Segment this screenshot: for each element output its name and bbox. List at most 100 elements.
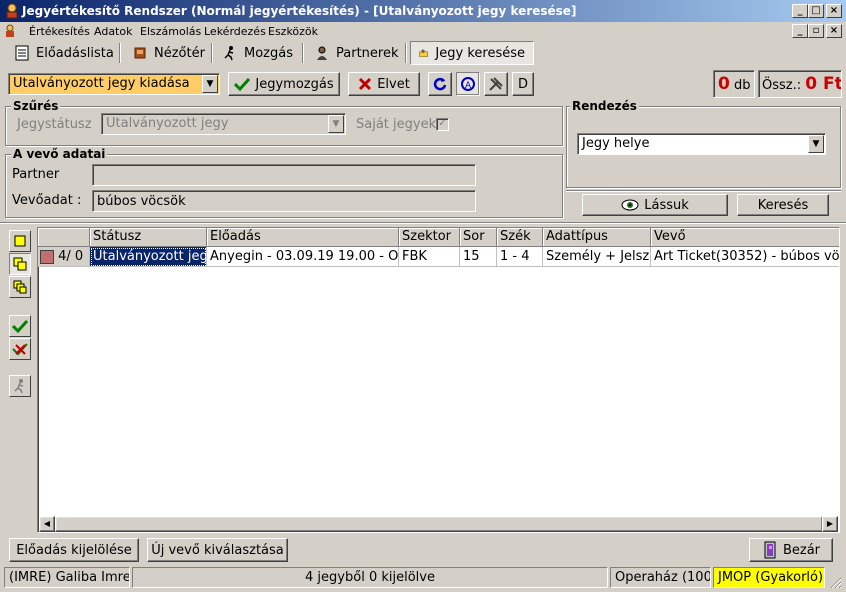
chevron-down-icon[interactable]: ▼ [328,115,344,133]
maximize-button[interactable]: □ [808,4,824,18]
mode-select[interactable]: Utalványozott jegy kiadása ▼ [8,73,220,95]
column-header-sector[interactable]: Szektor [399,228,460,247]
tab-mozgas[interactable]: Mozgás [214,41,301,65]
status-user: (IMRE) Galiba Imre [4,567,130,588]
scroll-thumb[interactable] [55,516,823,532]
tab-label: Mozgás [244,45,293,61]
menu-adatok[interactable]: Adatok [94,25,132,38]
own-tickets-checkbox[interactable]: ✓ [436,118,449,131]
tools-button[interactable] [484,72,508,96]
column-header-seat[interactable]: Szék [497,228,543,247]
minimize-button[interactable]: _ [792,4,808,18]
lassuk-label: Lássuk [644,197,689,213]
title-bar[interactable]: Jegyértékesítő Rendszer (Normál jegyérté… [0,0,846,22]
column-header-performance[interactable]: Előadás [207,228,399,247]
buyer-data-field[interactable]: búbos vöcsök [92,190,476,212]
running-man-icon [224,46,234,61]
ticket-grid[interactable]: Státusz Előadás Szektor Sor Szék Adattíp… [37,227,840,533]
move-disabled-button[interactable] [9,375,31,397]
horizontal-scrollbar[interactable]: ◀ ▶ [39,516,838,532]
d-button[interactable]: D [512,72,534,96]
tab-eloadaslista[interactable]: Előadáslista [6,41,122,65]
reject-button[interactable] [9,338,31,360]
mdi-close-button[interactable]: × [826,24,842,38]
buyer-data-value: búbos vöcsök [97,194,186,209]
sum-display: Össz.: 0 Ft [758,70,842,98]
select-one-button[interactable] [9,230,31,252]
resize-grip-icon[interactable] [828,575,842,589]
partner-field[interactable] [92,164,476,186]
table-row[interactable]: 4/ 0 [38,247,90,267]
buyer-group-label: A vevő adatai [11,147,108,161]
auto-refresh-icon: A [461,77,475,91]
mdi-restore-button[interactable]: ▫ [808,24,824,38]
tab-jegy-keresese[interactable]: Jegy keresése [410,41,534,65]
cell-seat[interactable]: 1 - 4 [497,247,543,267]
cell-sector[interactable]: FBK [399,247,460,267]
search-button[interactable]: Keresés [737,194,829,216]
cross-icon [359,77,372,91]
new-buyer-button[interactable]: Új vevő kiválasztása [147,538,288,562]
column-header-data-type[interactable]: Adattípus [543,228,651,247]
chevron-down-icon[interactable]: ▼ [808,135,824,153]
sort-select-value: Jegy helye [582,136,650,151]
status-label: Jegystátusz [17,117,92,132]
yellow-square-icon [14,235,26,247]
scroll-right-icon[interactable]: ▶ [822,516,838,532]
tab-partnerek[interactable]: Partnerek [306,41,407,65]
status-select[interactable]: Utalványozott jegy ▼ [101,113,346,135]
cell-row[interactable]: 15 [460,247,497,267]
cell-buyer[interactable]: Art Ticket(30352) - búbos vöcsök [651,247,839,267]
select-multi-button[interactable] [9,253,31,275]
sort-select[interactable]: Jegy helye ▼ [577,133,826,155]
jegymozgas-button[interactable]: Jegymozgás [228,72,340,96]
close-form-label: Bezár [782,542,821,558]
column-header-row[interactable]: Sor [460,228,497,247]
sort-group-label: Rendezés [570,99,639,113]
mdi-minimize-button[interactable]: _ [792,24,808,38]
theatre-icon [134,47,146,59]
ticket-count: 0 db [713,70,755,98]
refresh-button[interactable] [428,72,452,96]
sum-value: 0 Ft [805,74,842,94]
app-icon [6,3,18,19]
menu-bar: Értékesítés Adatok Elszámolás Lekérdezés… [0,22,846,40]
own-tickets-label: Saját jegyek [356,117,437,132]
status-select-value: Utalványozott jegy [106,116,229,131]
jegymozgas-label: Jegymozgás [255,76,334,92]
auto-refresh-toggle[interactable]: A [456,72,480,96]
close-button[interactable]: × [826,4,842,18]
close-form-button[interactable]: Bezár [749,538,833,562]
sum-label: Össz.: [762,78,802,93]
select-performance-button[interactable]: Előadás kijelölése [9,538,139,562]
person-icon [317,46,327,60]
tab-nezoter[interactable]: Nézőtér [124,41,213,65]
status-venue: Operaház (100) [610,567,711,588]
menu-elszamolas[interactable]: Elszámolás [140,25,201,38]
cell-status[interactable]: Utalványozott jegy [90,247,207,267]
separator [0,222,846,224]
chevron-down-icon[interactable]: ▼ [202,75,218,93]
cell-performance[interactable]: Anyegin - 03.09.19 19.00 - Opera [207,247,399,267]
menu-ertekesites[interactable]: Értékesítés [29,25,90,38]
status-system: JMOP (Gyakorló) [713,567,825,588]
lassuk-button[interactable]: Lássuk [582,194,728,216]
column-header-buyer[interactable]: Vevő [651,228,839,247]
column-header-status[interactable]: Státusz [90,228,207,247]
search-ticket-icon [419,49,428,57]
accept-button[interactable] [9,315,31,337]
window-title: Jegyértékesítő Rendszer (Normál jegyérté… [22,4,577,18]
elvet-button[interactable]: Elvet [348,72,420,96]
select-all-button[interactable] [9,276,31,298]
cell-data-type[interactable]: Személy + Jelszó [543,247,651,267]
column-header-index[interactable] [38,228,90,247]
new-buyer-label: Új vevő kiválasztása [151,542,284,558]
status-selection: 4 jegyből 0 kijelölve [132,567,608,588]
svg-text:A: A [465,81,472,91]
elvet-label: Elvet [377,76,410,92]
mode-select-value: Utalványozott jegy kiadása [13,76,190,91]
scroll-left-icon[interactable]: ◀ [39,516,55,532]
menu-eszkozok[interactable]: Eszközök [268,25,318,38]
menu-lekerdezes[interactable]: Lekérdezés [204,25,266,38]
select-performance-label: Előadás kijelölése [16,542,132,558]
